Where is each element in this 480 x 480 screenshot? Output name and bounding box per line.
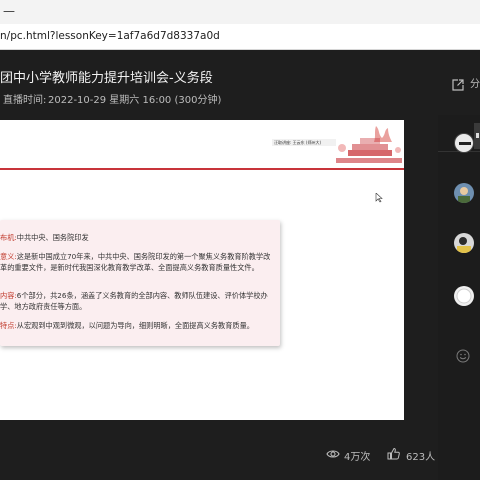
share-button[interactable]: 分	[452, 79, 480, 93]
share-out-icon	[452, 79, 464, 91]
avatar[interactable]	[454, 233, 474, 253]
window-titlebar: —	[0, 0, 480, 24]
slide-row: 布机:中共中央、国务院印发	[0, 233, 89, 242]
url-text[interactable]: n/pc.html?lessonKey=1af7a6d7d8337a0d	[0, 30, 220, 42]
avatar-icon	[456, 288, 472, 304]
side-panel	[438, 115, 480, 480]
avatar[interactable]	[454, 286, 474, 306]
slide-row: 意义:这是新中国成立70年来，中共中央、国务院印发的第一个聚焦义务教育阶教学改革…	[0, 252, 271, 272]
panel-tab[interactable]	[474, 123, 480, 149]
view-count: 4万次	[344, 452, 371, 463]
share-label: 分	[470, 79, 480, 90]
avatar-icon	[457, 237, 471, 253]
minimize-button[interactable]: —	[3, 4, 15, 18]
live-time-value: 2022-10-29 星期六 16:00 (300分钟)	[48, 95, 222, 106]
avatar-icon	[458, 187, 470, 203]
mouse-cursor-icon	[375, 193, 383, 203]
summary-card: 布机:中共中央、国务院印发 意义:这是新中国成立70年来，中共中央、国务院印发的…	[0, 220, 280, 346]
player-stats-bar: 4万次 623人	[0, 445, 438, 465]
address-bar[interactable]: n/pc.html?lessonKey=1af7a6d7d8337a0d	[0, 24, 480, 50]
page-header: 团中小学教师能力提升培训会-义务段 直播时间: 2022-10-29 星期六 1…	[0, 51, 480, 115]
slide-divider	[0, 168, 404, 170]
like-count: 623人	[406, 452, 436, 463]
page-title: 团中小学教师能力提升培训会-义务段	[0, 71, 213, 86]
thumbs-up-icon[interactable]	[387, 447, 400, 460]
landmark-decoration-icon	[336, 126, 402, 163]
slide-row: 内容:6个部分，共26条，涵盖了义务教育的全部内容、教师队伍建设、评价体学校办学…	[0, 291, 268, 311]
eye-icon	[326, 450, 340, 458]
avatar[interactable]	[454, 183, 474, 203]
avatar[interactable]	[454, 133, 474, 153]
speaker-caption: 汪取讲座: 王云东 (郑州大)	[272, 139, 336, 146]
smiley-icon[interactable]	[456, 349, 470, 363]
video-player[interactable]: 汪取讲座: 王云东 (郑州大) 布机:中共中央、国务院印发 意义:这是新中国成立…	[0, 115, 438, 480]
presentation-slide: 汪取讲座: 王云东 (郑州大) 布机:中共中央、国务院印发 意义:这是新中国成立…	[0, 120, 404, 420]
slide-row: 特点:从宏观到中观到微观，以问题为导向，细则明晰，全面提高义务教育质量。	[0, 321, 254, 330]
live-time-label: 直播时间:	[3, 95, 47, 106]
